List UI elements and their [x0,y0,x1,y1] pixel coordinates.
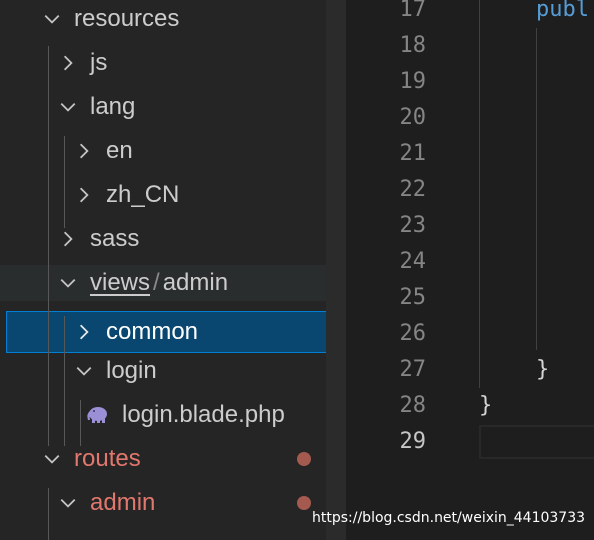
line-number: 17 [399,0,427,22]
indent-guide [64,316,65,446]
tree-item-login[interactable]: login [0,353,346,389]
chevron-right-icon [56,45,80,81]
git-modified-dot [297,496,311,510]
sidebar-scroll-edge [326,0,346,540]
line-number: 21 [399,141,427,166]
tree-item-label: en [106,137,133,164]
tree-item-sass[interactable]: sass [0,221,346,257]
chevron-down-icon [56,89,80,125]
line-number: 26 [399,321,427,346]
tree-item-label-views[interactable]: views [90,269,150,296]
indent-guide [64,136,65,228]
indent-guide [48,46,49,446]
tree-item-label: resources [74,5,180,32]
chevron-down-icon [40,441,64,477]
line-number: 19 [399,69,427,94]
line-number: 20 [399,105,427,130]
tree-item-admin[interactable]: admin [0,485,346,521]
code-line-17: publ [536,0,589,22]
chevron-down-icon [56,265,80,301]
tree-item-lang[interactable]: lang [0,89,346,125]
line-number: 27 [399,357,427,382]
tree-item-routes[interactable]: routes [0,441,346,477]
chevron-right-icon [72,177,96,213]
php-elephant-icon [87,407,107,423]
code-line-27: } [536,357,550,382]
tree-item-label: common [106,318,199,345]
tree-item-label: admin [90,489,156,516]
indent-guide [479,0,480,388]
tree-item-label: zh_CN [106,181,180,208]
current-line-highlight [479,425,594,459]
code-editor[interactable]: 17 18 19 20 21 22 23 24 25 26 27 28 29 publ } } [346,0,594,540]
tree-item-js[interactable]: js [0,45,346,81]
tree-item-label-admin[interactable]: admin [163,269,228,296]
tree-item-common[interactable]: common [6,311,345,353]
code-line-28: } [479,393,493,418]
explorer-sidebar: resources js lang en zh_CN sass views / … [0,0,346,540]
line-number: 23 [399,213,427,238]
git-modified-dot [297,452,311,466]
line-number: 18 [399,33,427,58]
tree-item-label: js [90,49,108,76]
line-number: 25 [399,285,427,310]
path-separator: / [153,269,160,296]
tree-item-login-blade-php[interactable]: login.blade.php [0,397,346,433]
tree-item-label: routes [74,445,141,472]
chevron-down-icon [40,1,64,37]
compact-folder-label: views / admin [90,265,228,301]
tree-item-en[interactable]: en [0,133,346,169]
tree-item-label: login [106,357,157,384]
tree-item-label: sass [90,225,140,252]
chevron-down-icon [56,485,80,521]
watermark-text: https://blog.csdn.net/weixin_44103733 [312,510,586,526]
tree-item-zh-cn[interactable]: zh_CN [0,177,346,213]
indent-guide [80,400,81,446]
line-number: 28 [399,393,427,418]
chevron-down-icon [72,353,96,389]
tree-item-label: login.blade.php [122,401,285,428]
tree-item-resources[interactable]: resources [0,1,346,37]
line-number: 29 [399,429,427,454]
tree-item-label: lang [90,93,136,120]
tree-item-views-admin[interactable]: views / admin [0,265,346,301]
indent-guide [48,488,49,540]
chevron-right-icon [72,133,96,169]
line-number: 22 [399,177,427,202]
chevron-right-icon [56,221,80,257]
line-number: 24 [399,249,427,274]
indent-guide [536,28,537,350]
chevron-right-icon [72,311,96,353]
